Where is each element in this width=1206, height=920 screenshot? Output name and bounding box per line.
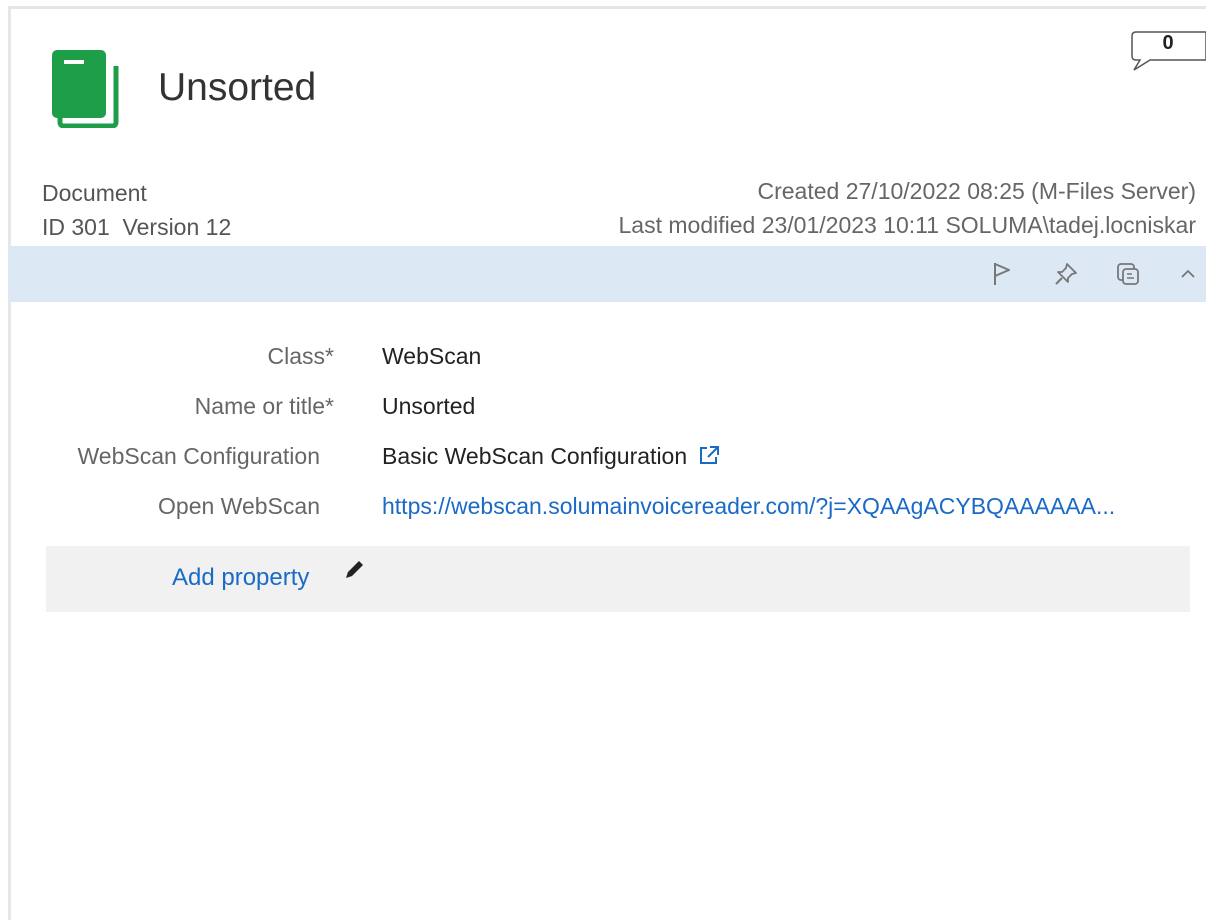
metadata-toolbar	[8, 246, 1206, 302]
object-type: Document	[42, 180, 147, 206]
metadata-card: Unsorted 0 Document ID 301 Version 12 Cr…	[0, 0, 1206, 920]
chevron-up-icon[interactable]	[1174, 260, 1202, 288]
pin-icon[interactable]	[1052, 260, 1080, 288]
property-row-webscan-configuration: WebScan Configuration Basic WebScan Conf…	[0, 436, 1206, 476]
comment-count: 0	[1162, 32, 1174, 54]
property-value[interactable]: Basic WebScan Configuration	[382, 443, 687, 469]
modified-info: Last modified 23/01/2023 10:11 SOLUMA\ta…	[618, 212, 1196, 238]
flag-icon[interactable]	[988, 260, 1016, 288]
duplicate-icon[interactable]	[1114, 260, 1142, 288]
object-meta-left: Document ID 301 Version 12	[42, 176, 231, 244]
property-row-class: Class* WebScan	[0, 336, 1206, 376]
created-info: Created 27/10/2022 08:25 (M-Files Server…	[757, 178, 1197, 204]
property-row-open-webscan: Open WebScan https://webscan.solumainvoi…	[0, 486, 1206, 526]
object-meta-right: Created 27/10/2022 08:25 (M-Files Server…	[619, 174, 1196, 242]
top-border	[8, 6, 1206, 9]
object-id-version: ID 301 Version 12	[42, 214, 232, 240]
property-label: Class*	[267, 343, 334, 369]
property-value[interactable]: Unsorted	[382, 386, 475, 426]
property-value-wrap[interactable]: Basic WebScan Configuration	[382, 436, 721, 478]
comments-button[interactable]: 0	[1130, 28, 1206, 72]
add-property-link[interactable]: Add property	[172, 558, 309, 598]
property-label: Name or title*	[194, 393, 334, 419]
object-title: Unsorted	[158, 66, 317, 109]
open-external-icon[interactable]	[697, 438, 721, 478]
property-value[interactable]: WebScan	[382, 336, 481, 376]
property-label: WebScan Configuration	[77, 443, 321, 469]
property-row-name: Name or title* Unsorted	[0, 386, 1206, 426]
document-icon	[50, 48, 122, 129]
add-property-row: Add property	[46, 546, 1190, 612]
pencil-icon[interactable]	[342, 556, 368, 582]
webscan-link[interactable]: https://webscan.solumainvoicereader.com/…	[382, 486, 1115, 526]
property-label: Open WebScan	[158, 493, 320, 519]
